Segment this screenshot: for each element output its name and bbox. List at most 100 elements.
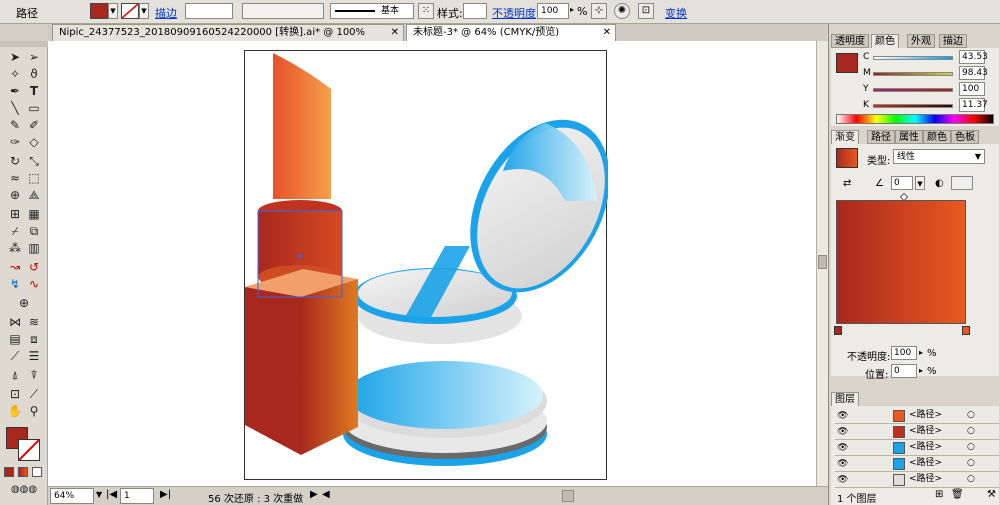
tab-attributes[interactable]: 属性: [895, 130, 923, 144]
artboard[interactable]: [244, 50, 610, 480]
eye-icon[interactable]: 👁: [837, 409, 848, 424]
angle-dropdown-icon[interactable]: ▼: [915, 176, 925, 190]
layers-tool-icon[interactable]: ⧈: [25, 331, 43, 347]
stop-location-field[interactable]: 0: [891, 364, 917, 378]
tools-panel-grip[interactable]: [0, 41, 48, 47]
none-mode-icon[interactable]: [32, 467, 42, 477]
color-fill-swatch[interactable]: [836, 53, 858, 73]
transform-link[interactable]: 变换: [665, 5, 687, 21]
first-page-icon[interactable]: |◀: [106, 489, 117, 500]
shape-builder-tool-icon[interactable]: ⊕: [6, 187, 24, 203]
delete-layer-icon[interactable]: 🗑: [951, 489, 964, 500]
variable-width-field[interactable]: [242, 3, 324, 19]
recolor-icon[interactable]: ✺: [614, 3, 630, 19]
link-tool-icon[interactable]: ↯: [6, 276, 24, 292]
stroke-dropdown-icon[interactable]: ▼: [139, 3, 149, 19]
layer-row[interactable]: 👁 <路径> ○: [835, 456, 999, 472]
stop-opacity-arrow-icon[interactable]: ▸: [919, 348, 923, 357]
column-graph-tool-icon[interactable]: ▥: [25, 240, 43, 256]
align-icon[interactable]: ⊹: [591, 3, 607, 19]
vertical-scrollbar[interactable]: [816, 41, 828, 486]
blend-tool-icon[interactable]: ⧉: [25, 223, 43, 239]
line-tool-icon[interactable]: ╲: [6, 100, 24, 116]
gradient-preview-swatch[interactable]: [836, 148, 858, 168]
stroke-weight-field[interactable]: [185, 3, 233, 19]
selection-tool-icon[interactable]: ➤: [6, 49, 24, 65]
gradient-angle-field[interactable]: 0: [891, 176, 913, 190]
symbol-sprayer-tool-icon[interactable]: ⁂: [6, 240, 24, 256]
brush-icon[interactable]: ⁙: [418, 3, 434, 19]
gradient-stop-right[interactable]: [962, 326, 970, 335]
mesh-tool-icon[interactable]: ⊞: [6, 206, 24, 222]
selection-center-point[interactable]: [298, 254, 302, 258]
channel-c-value[interactable]: 43.53: [959, 50, 988, 64]
opacity-arrow-icon[interactable]: ▸: [570, 5, 574, 14]
pen-tool-icon[interactable]: ✒: [6, 83, 24, 99]
color-mode-icon[interactable]: [4, 467, 14, 477]
tab-stroke[interactable]: 描边: [939, 34, 967, 48]
target-icon[interactable]: ○: [967, 440, 975, 455]
tab-swatches[interactable]: 色板: [951, 130, 979, 144]
status-menu-icon[interactable]: ▶: [310, 489, 318, 500]
screen-mode-icon[interactable]: ◍◍◍: [4, 482, 44, 498]
gradient-tool-icon[interactable]: ▦: [25, 206, 43, 222]
stop-opacity-field[interactable]: 100: [891, 346, 917, 360]
zoom-dropdown-icon[interactable]: ▼: [96, 490, 102, 499]
tab-color[interactable]: 颜色: [871, 34, 899, 48]
stroke-link[interactable]: 描边: [155, 5, 177, 21]
eye-icon[interactable]: 👁: [837, 441, 848, 456]
aspect-ratio-field[interactable]: [951, 176, 973, 190]
layer-row[interactable]: 👁 <路径> ○: [835, 424, 999, 440]
eye-icon[interactable]: 👁: [837, 425, 848, 440]
tab-pathfinder[interactable]: 路径: [867, 130, 895, 144]
target-icon[interactable]: ○: [967, 408, 975, 423]
tab-color-guide[interactable]: 颜色: [923, 130, 951, 144]
color-spectrum-bar[interactable]: [836, 114, 994, 124]
eye-icon[interactable]: 👁: [837, 457, 848, 472]
scroll-left-icon[interactable]: ◀: [322, 489, 330, 500]
horizontal-scroll-thumb[interactable]: [562, 490, 574, 502]
tab-transparency[interactable]: 透明度: [831, 34, 869, 48]
tab-document-2[interactable]: 未标题-3* @ 64% (CMYK/预览) ✕: [406, 24, 616, 41]
fill-swatch[interactable]: [90, 3, 108, 19]
distort-tool-icon[interactable]: ≋: [25, 314, 43, 330]
paintbrush-tool-icon[interactable]: ✎: [6, 117, 24, 133]
path-tool-icon[interactable]: ↝: [6, 259, 24, 275]
channel-y-slider[interactable]: [873, 88, 953, 92]
curve-tool-icon[interactable]: ↺: [25, 259, 43, 275]
target-icon[interactable]: ○: [967, 424, 975, 439]
opacity-field[interactable]: 100: [537, 3, 569, 19]
pencil-tool-icon[interactable]: ✐: [25, 117, 43, 133]
new-layer-icon[interactable]: ⊞: [935, 489, 943, 500]
stroke-swatch[interactable]: [121, 3, 139, 19]
stroke-style-select[interactable]: 基本: [330, 3, 414, 19]
lasso-tool-icon[interactable]: ϑ: [25, 66, 43, 82]
zoom-field[interactable]: 64%: [50, 488, 94, 504]
live-paint-select-tool-icon[interactable]: ⍒: [25, 367, 43, 383]
last-page-icon[interactable]: ▶|: [160, 489, 171, 500]
tab-document-1[interactable]: Nipic_24377523_20180909160524220000 [转换]…: [52, 24, 404, 54]
channel-c-slider[interactable]: [873, 56, 953, 60]
stop-location-arrow-icon[interactable]: ▸: [919, 366, 923, 375]
channel-m-value[interactable]: 98.43: [959, 66, 988, 80]
graphic-style-picker[interactable]: [463, 3, 487, 19]
close-icon[interactable]: ✕: [391, 25, 399, 41]
grid-tool-icon[interactable]: ▤: [6, 331, 24, 347]
target-icon[interactable]: ○: [967, 456, 975, 471]
target-icon[interactable]: ○: [967, 472, 975, 487]
list-tool-icon[interactable]: ☰: [25, 348, 43, 364]
layer-row[interactable]: 👁 <路径> ○: [835, 408, 999, 424]
layer-row[interactable]: 👁 <路径> ○: [835, 472, 999, 488]
graph-tool-icon[interactable]: ⟋: [6, 348, 24, 364]
fill-dropdown-icon[interactable]: ▼: [108, 3, 118, 19]
wave-tool-icon[interactable]: ∿: [25, 276, 43, 292]
magic-wand-tool-icon[interactable]: ✧: [6, 66, 24, 82]
slice-tool-icon[interactable]: ⟋: [25, 386, 43, 402]
gradient-type-select[interactable]: 线性 ▼: [893, 149, 985, 164]
eraser-tool-icon[interactable]: ◇: [25, 134, 43, 150]
blob-brush-tool-icon[interactable]: ✑: [6, 134, 24, 150]
channel-k-slider[interactable]: [873, 104, 953, 108]
close-icon[interactable]: ✕: [603, 25, 611, 41]
vertical-scroll-thumb[interactable]: [818, 255, 827, 269]
stroke-color-box[interactable]: [18, 439, 40, 461]
